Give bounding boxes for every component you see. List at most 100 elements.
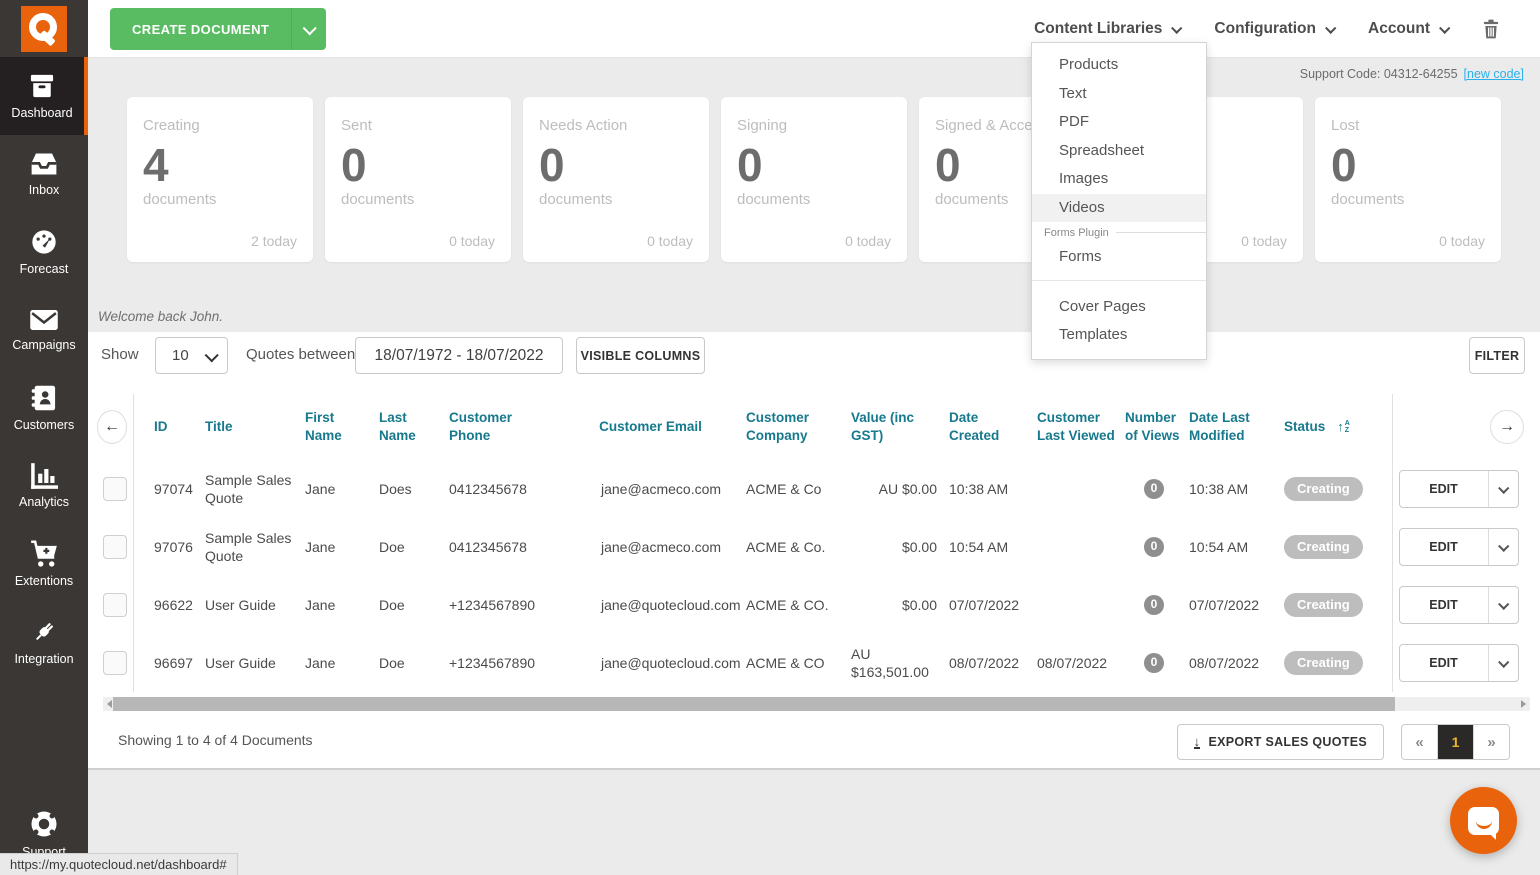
col-header-last-name[interactable]: Last Name: [379, 394, 449, 460]
arrow-left-icon: ←: [104, 417, 120, 435]
chevron-down-icon: [204, 347, 219, 362]
col-header-id[interactable]: ID: [133, 394, 205, 460]
export-button-label: EXPORT SALES QUOTES: [1208, 735, 1367, 749]
col-header-status[interactable]: Status ↑ A Z: [1284, 394, 1392, 460]
card-count: 4: [143, 139, 169, 191]
stat-card-creating: Creating 4 documents 2 today: [127, 97, 313, 262]
create-document-button[interactable]: CREATE DOCUMENT: [110, 8, 327, 50]
edit-button-label[interactable]: EDIT: [1400, 587, 1489, 623]
pagination-prev-button[interactable]: «: [1402, 725, 1437, 759]
edit-button-label[interactable]: EDIT: [1400, 645, 1489, 681]
support-code: Support Code: 04312-64255 [new code]: [1300, 67, 1524, 81]
edit-dropdown-toggle[interactable]: [1489, 645, 1518, 681]
cell-id: 96697: [133, 634, 205, 692]
col-header-modified[interactable]: Date Last Modified: [1189, 394, 1284, 460]
export-sales-quotes-button[interactable]: ↓ EXPORT SALES QUOTES: [1176, 724, 1384, 760]
menu-item-forms[interactable]: Forms: [1032, 243, 1206, 272]
col-header-first-name[interactable]: First Name: [305, 394, 379, 460]
row-checkbox[interactable]: [103, 593, 127, 617]
cell-title: User Guide: [205, 654, 276, 671]
status-bar-url: https://my.quotecloud.net/dashboard#: [0, 853, 238, 875]
row-checkbox[interactable]: [103, 535, 127, 559]
edit-button[interactable]: EDIT: [1398, 470, 1519, 508]
col-header-title[interactable]: Title: [205, 394, 305, 460]
sidebar-item-analytics[interactable]: Analytics: [0, 447, 88, 525]
cell-created: 10:38 AM: [949, 480, 1009, 497]
card-today: 0 today: [647, 233, 693, 249]
col-header-value[interactable]: Value (inc GST): [851, 394, 949, 460]
col-header-customer-email[interactable]: Customer Email: [561, 394, 746, 460]
menu-item-templates[interactable]: Templates: [1032, 321, 1206, 350]
logo-area[interactable]: [0, 0, 88, 57]
card-count: 0: [539, 139, 565, 191]
sort-az-icon[interactable]: ↑ A Z: [1337, 419, 1350, 436]
nav-content-libraries[interactable]: Content Libraries: [1034, 20, 1183, 38]
pagination-page-1[interactable]: 1: [1437, 725, 1473, 759]
visible-columns-button[interactable]: VISIBLE COLUMNS: [576, 337, 705, 374]
menu-item-text[interactable]: Text: [1032, 80, 1206, 109]
edit-button-label[interactable]: EDIT: [1400, 471, 1489, 507]
triangle-right-icon: [1521, 700, 1526, 708]
chat-launcher-button[interactable]: [1450, 787, 1517, 854]
edit-dropdown-toggle[interactable]: [1489, 471, 1518, 507]
menu-item-spreadsheet[interactable]: Spreadsheet: [1032, 137, 1206, 166]
cell-email: jane@quotecloud.com: [601, 596, 741, 613]
menu-item-products[interactable]: Products: [1032, 51, 1206, 80]
filter-button[interactable]: FILTER: [1469, 337, 1525, 374]
chevron-down-icon: [1171, 22, 1183, 34]
scrollbar-right-arrow[interactable]: [1517, 697, 1530, 711]
horizontal-scrollbar[interactable]: [103, 697, 1530, 711]
nav-configuration[interactable]: Configuration: [1214, 20, 1337, 38]
scroll-columns-left-button[interactable]: ←: [97, 410, 127, 444]
col-header-customer-company[interactable]: Customer Company: [746, 394, 851, 460]
showing-text: Showing 1 to 4 of 4 Documents: [118, 732, 313, 748]
sidebar-item-label: Extentions: [14, 574, 74, 588]
pagination: « 1 »: [1401, 724, 1510, 760]
col-header-last-viewed[interactable]: Customer Last Viewed: [1037, 394, 1125, 460]
documents-table: ← ID Title First Name Last Name Customer…: [97, 394, 1530, 692]
card-today: 0 today: [449, 233, 495, 249]
cell-created: 10:54 AM: [949, 538, 1009, 555]
create-document-dropdown-toggle[interactable]: [291, 8, 326, 50]
cell-value: $0.00: [901, 596, 937, 613]
inbox-tray-icon: [31, 153, 57, 175]
new-code-link[interactable]: [new code]: [1464, 67, 1524, 81]
views-badge: 0: [1144, 653, 1164, 673]
sidebar-item-dashboard[interactable]: Dashboard: [0, 57, 88, 135]
cell-modified: 08/07/2022: [1189, 654, 1260, 671]
col-header-date-created[interactable]: Date Created: [949, 394, 1037, 460]
q-logo-icon: [29, 12, 57, 46]
edit-button[interactable]: EDIT: [1398, 528, 1519, 566]
menu-item-pdf[interactable]: PDF: [1032, 108, 1206, 137]
scroll-columns-right-button[interactable]: →: [1490, 410, 1524, 444]
sidebar-item-forecast[interactable]: Forecast: [0, 213, 88, 291]
col-header-views[interactable]: Number of Views: [1125, 394, 1189, 460]
menu-item-images[interactable]: Images: [1032, 165, 1206, 194]
cell-email: jane@quotecloud.com: [601, 654, 741, 671]
edit-dropdown-toggle[interactable]: [1489, 529, 1518, 565]
sidebar-item-extentions[interactable]: Extentions: [0, 525, 88, 603]
edit-button-label[interactable]: EDIT: [1400, 529, 1489, 565]
edit-dropdown-toggle[interactable]: [1489, 587, 1518, 623]
sidebar-item-customers[interactable]: Customers: [0, 369, 88, 447]
scrollbar-thumb[interactable]: [113, 697, 1395, 711]
row-checkbox[interactable]: [103, 477, 127, 501]
date-range-input[interactable]: 18/07/1972 - 18/07/2022: [355, 337, 563, 374]
row-checkbox[interactable]: [103, 651, 127, 675]
pagination-next-button[interactable]: »: [1473, 725, 1509, 759]
create-document-label[interactable]: CREATE DOCUMENT: [110, 8, 291, 50]
trash-button[interactable]: [1482, 19, 1500, 39]
edit-button[interactable]: EDIT: [1398, 586, 1519, 624]
edit-button[interactable]: EDIT: [1398, 644, 1519, 682]
nav-account-label: Account: [1368, 19, 1430, 37]
cell-first-name: Jane: [305, 538, 336, 555]
col-header-customer-phone[interactable]: Customer Phone: [449, 394, 561, 460]
page-size-select[interactable]: 10: [155, 337, 228, 374]
menu-item-cover-pages[interactable]: Cover Pages: [1032, 293, 1206, 322]
menu-item-videos[interactable]: Videos: [1032, 193, 1206, 222]
sidebar-item-campaigns[interactable]: Campaigns: [0, 291, 88, 369]
sidebar-item-integration[interactable]: Integration: [0, 603, 88, 681]
nav-account[interactable]: Account: [1368, 19, 1451, 38]
sidebar-item-inbox[interactable]: Inbox: [0, 135, 88, 213]
address-book-icon: [31, 385, 56, 411]
